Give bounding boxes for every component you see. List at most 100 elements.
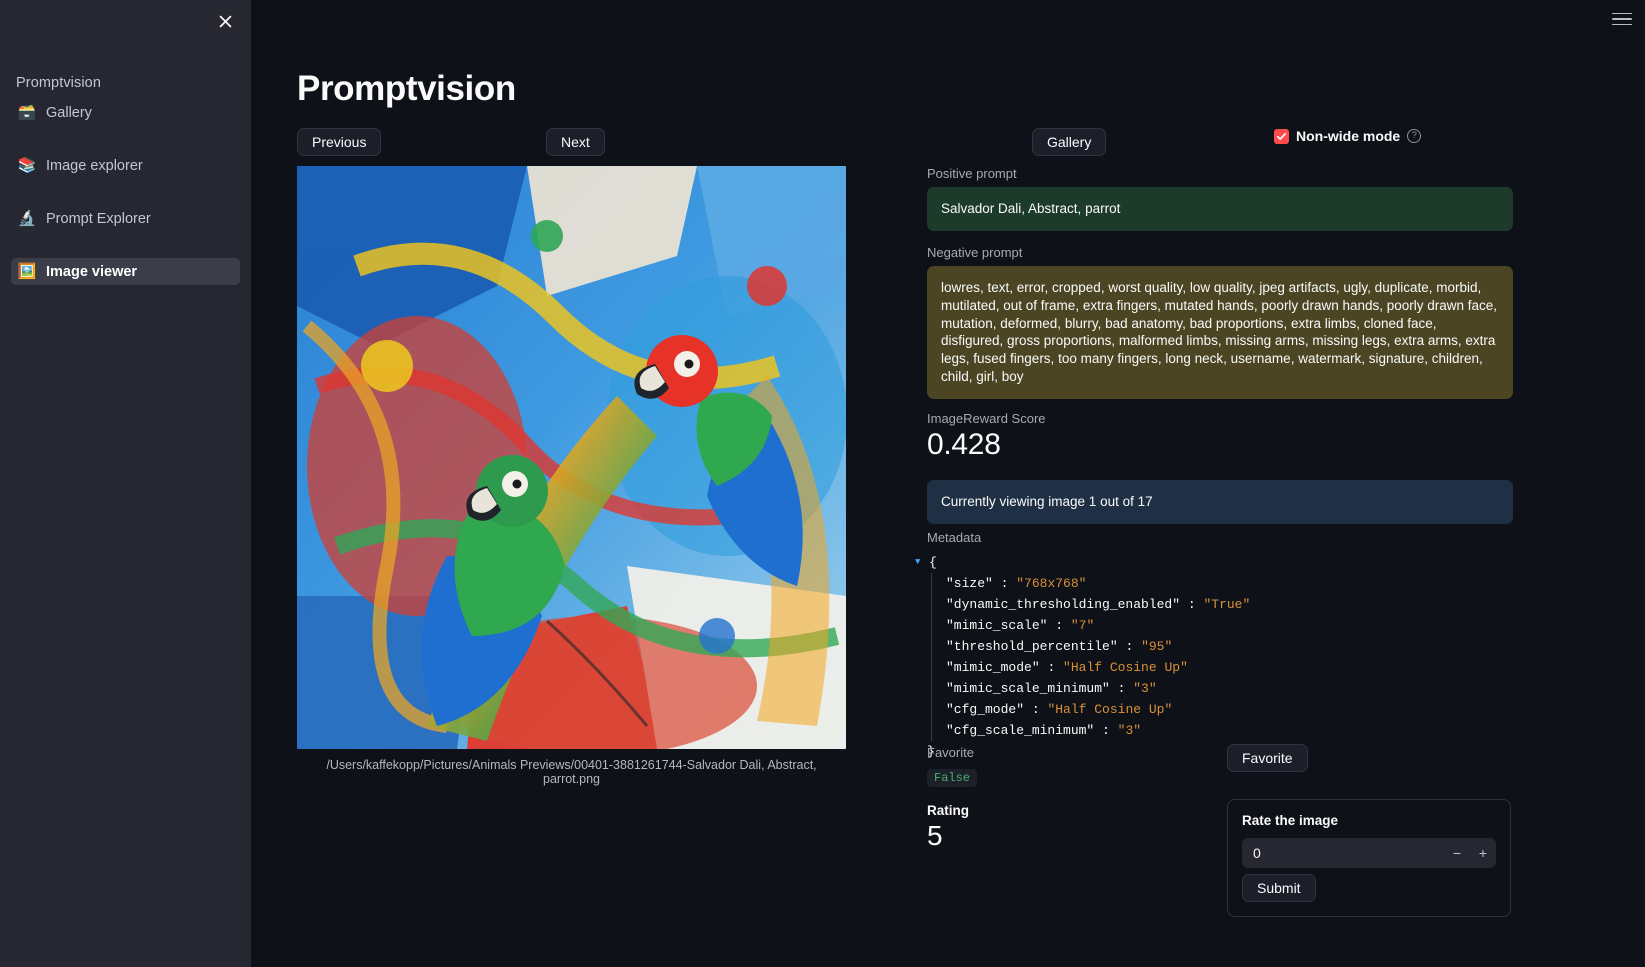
json-root-row[interactable]: ▼ { xyxy=(915,552,1513,573)
json-value: "95" xyxy=(1141,639,1173,654)
sidebar-item-label: Gallery xyxy=(46,104,92,121)
sidebar-item-label: Image viewer xyxy=(46,263,138,280)
json-value: "Half Cosine Up" xyxy=(1047,702,1173,717)
rating-label: Rating xyxy=(927,803,969,818)
non-wide-mode-toggle[interactable]: Non-wide mode ? xyxy=(1274,128,1422,144)
json-value: "3" xyxy=(1117,723,1142,738)
hamburger-bar xyxy=(1612,18,1632,20)
negative-prompt-section: Negative prompt lowres, text, error, cro… xyxy=(927,245,1513,399)
json-row: "threshold_percentile" : "95" xyxy=(946,636,1513,657)
rating-input-value[interactable]: 0 xyxy=(1242,845,1444,861)
json-row: "mimic_mode" : "Half Cosine Up" xyxy=(946,657,1513,678)
main-content: Promptvision Previous Next Gallery Non-w… xyxy=(251,0,1645,967)
rating-number-input[interactable]: 0 − + xyxy=(1242,838,1496,868)
json-colon: : xyxy=(1055,618,1071,633)
status-section: Currently viewing image 1 out of 17 xyxy=(927,480,1513,524)
json-colon: : xyxy=(1187,597,1204,612)
json-row: "cfg_scale_minimum" : "3" xyxy=(946,720,1513,741)
submit-button[interactable]: Submit xyxy=(1242,874,1316,902)
negative-prompt-label: Negative prompt xyxy=(927,245,1023,260)
decrement-button[interactable]: − xyxy=(1444,839,1470,867)
json-colon: : xyxy=(1117,681,1134,696)
sidebar-item-gallery[interactable]: 🗃️ Gallery xyxy=(11,99,240,126)
json-colon: : xyxy=(1102,723,1118,738)
increment-button[interactable]: + xyxy=(1470,839,1496,867)
rating-form-title: Rate the image xyxy=(1242,813,1339,828)
sidebar-item-image-explorer[interactable]: 📚 Image explorer xyxy=(11,152,240,179)
score-section: ImageReward Score 0.428 xyxy=(927,411,1046,462)
hamburger-bar xyxy=(1612,12,1632,15)
gallery-button[interactable]: Gallery xyxy=(1032,128,1107,156)
positive-prompt-text: Salvador Dali, Abstract, parrot xyxy=(927,187,1513,231)
json-row: "cfg_mode" : "Half Cosine Up" xyxy=(946,699,1513,720)
sidebar-item-label: Image explorer xyxy=(46,157,143,174)
json-value: "768x768" xyxy=(1016,576,1087,591)
json-value: "True" xyxy=(1203,597,1251,612)
image-panel: /Users/kaffekopp/Pictures/Animals Previe… xyxy=(297,166,846,786)
checkbox-checked-icon[interactable] xyxy=(1274,128,1289,144)
books-icon: 📚 xyxy=(17,156,37,174)
json-key: "cfg_mode" xyxy=(946,702,1025,717)
favorite-value: False xyxy=(927,769,978,787)
json-row: "mimic_scale_minimum" : "3" xyxy=(946,678,1513,699)
json-colon: : xyxy=(1125,639,1142,654)
json-value: "3" xyxy=(1133,681,1157,696)
favorite-label: Favorite xyxy=(927,745,974,760)
score-value: 0.428 xyxy=(927,428,1001,461)
json-row: "dynamic_thresholding_enabled" : "True" xyxy=(946,594,1513,615)
json-key: "mimic_scale" xyxy=(946,618,1048,633)
json-row: "size" : "768x768" xyxy=(946,573,1513,594)
json-key: "mimic_scale_minimum" xyxy=(946,681,1110,696)
favorite-button[interactable]: Favorite xyxy=(1227,744,1308,772)
metadata-label: Metadata xyxy=(927,530,982,545)
json-key: "size" xyxy=(946,576,993,591)
json-colon: : xyxy=(1031,702,1048,717)
rating-form: Rate the image 0 − + Submit xyxy=(1227,799,1511,917)
json-entries: "size" : "768x768" "dynamic_thresholding… xyxy=(931,573,1513,741)
sidebar-item-label: Prompt Explorer xyxy=(46,210,151,227)
score-label: ImageReward Score xyxy=(927,411,1046,426)
close-icon[interactable] xyxy=(211,7,239,35)
image-caption: /Users/kaffekopp/Pictures/Animals Previe… xyxy=(326,758,817,786)
json-key: "cfg_scale_minimum" xyxy=(946,723,1095,738)
json-key: "mimic_mode" xyxy=(946,660,1040,675)
json-colon: : xyxy=(1000,576,1017,591)
positive-prompt-label: Positive prompt xyxy=(927,166,1017,181)
negative-prompt-text: lowres, text, error, cropped, worst qual… xyxy=(927,266,1513,399)
chevron-down-icon[interactable]: ▼ xyxy=(915,552,927,573)
json-key: "dynamic_thresholding_enabled" xyxy=(946,597,1181,612)
metadata-section: Metadata ▼ { "size" : "768x768" "dynamic… xyxy=(915,530,1513,762)
sidebar-app-title: Promptvision xyxy=(16,75,102,91)
json-value: "7" xyxy=(1070,618,1095,633)
framed-picture-icon: 🖼️ xyxy=(17,262,37,280)
positive-prompt-section: Positive prompt Salvador Dali, Abstract,… xyxy=(927,166,1513,231)
json-close-brace: } xyxy=(927,744,935,759)
card-file-box-icon: 🗃️ xyxy=(17,103,37,121)
rating-value: 5 xyxy=(927,820,943,851)
sidebar: Promptvision 🗃️ Gallery 📚 Image explorer… xyxy=(0,0,251,967)
artwork-image[interactable] xyxy=(297,166,846,749)
microscope-icon: 🔬 xyxy=(17,209,37,227)
status-message: Currently viewing image 1 out of 17 xyxy=(927,480,1513,524)
previous-button[interactable]: Previous xyxy=(297,128,382,156)
rating-section: Rating 5 xyxy=(927,803,969,852)
hamburger-bar xyxy=(1612,23,1632,26)
page-title: Promptvision xyxy=(297,69,516,108)
favorite-section: Favorite False xyxy=(927,745,978,787)
metadata-json-viewer[interactable]: ▼ { "size" : "768x768" "dynamic_threshol… xyxy=(915,552,1513,762)
json-row: "mimic_scale" : "7" xyxy=(946,615,1513,636)
non-wide-mode-label: Non-wide mode xyxy=(1296,128,1401,144)
json-open-brace: { xyxy=(929,555,937,570)
json-value: "Half Cosine Up" xyxy=(1063,660,1188,675)
json-colon: : xyxy=(1047,660,1064,675)
sidebar-item-prompt-explorer[interactable]: 🔬 Prompt Explorer xyxy=(11,205,240,232)
next-button[interactable]: Next xyxy=(546,128,605,156)
sidebar-item-image-viewer[interactable]: 🖼️ Image viewer xyxy=(11,258,240,285)
question-mark-circle-icon[interactable]: ? xyxy=(1407,129,1422,143)
hamburger-menu-icon[interactable] xyxy=(1609,8,1635,30)
json-key: "threshold_percentile" xyxy=(946,639,1118,654)
sidebar-nav: 🗃️ Gallery 📚 Image explorer 🔬 Prompt Exp… xyxy=(11,99,240,285)
